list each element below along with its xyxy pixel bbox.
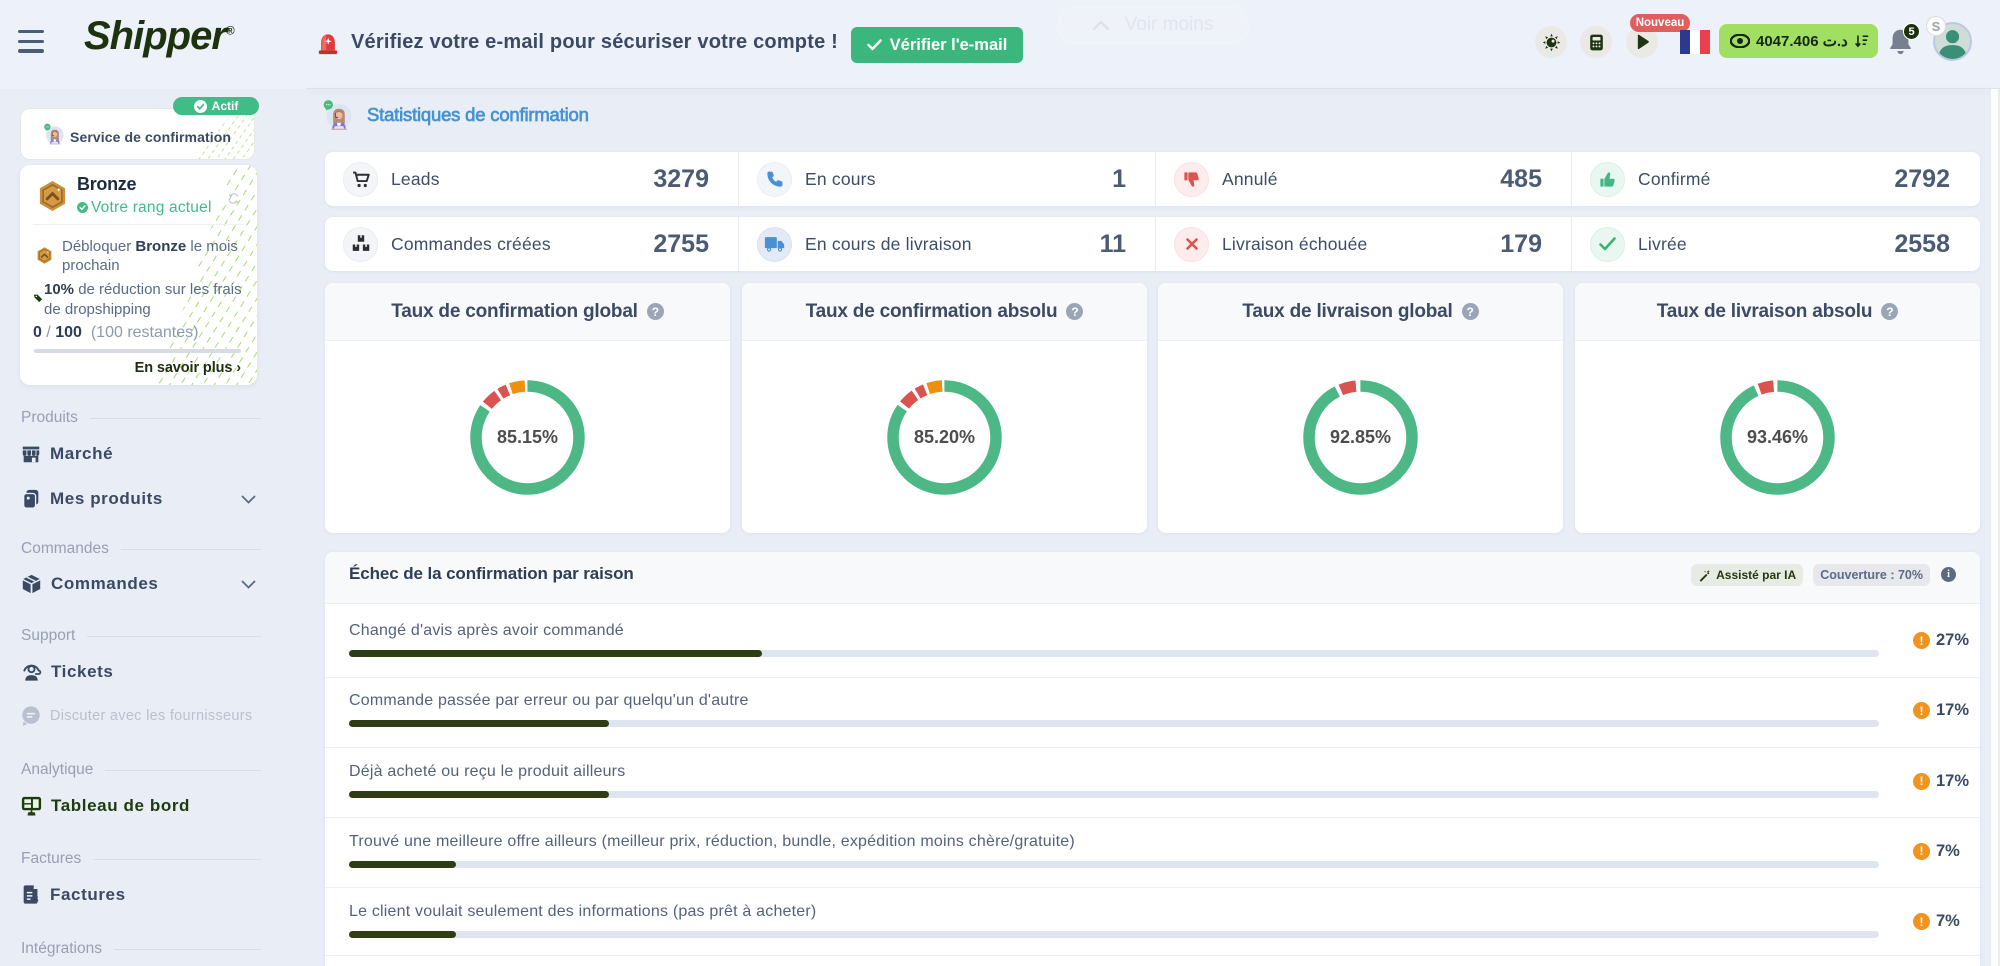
svg-text:$: $ [34, 895, 39, 904]
